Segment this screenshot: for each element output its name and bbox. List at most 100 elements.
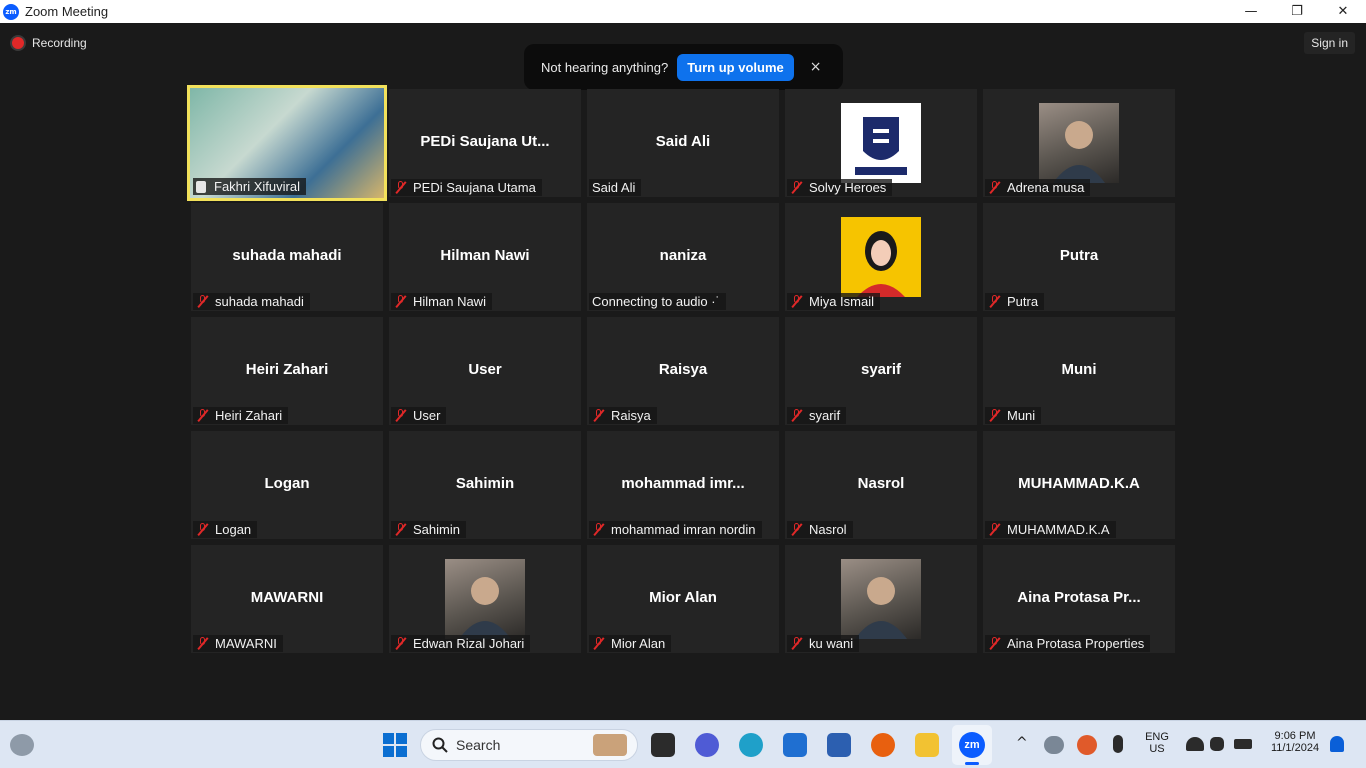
language-indicator[interactable]: ENG US (1140, 731, 1174, 755)
participant-tile[interactable]: Putra Putra (983, 203, 1175, 311)
chevron-up-icon[interactable]: ^ (1016, 735, 1028, 751)
minimize-button[interactable]: — (1228, 0, 1274, 23)
window-controls: — ❐ ✕ (1228, 0, 1366, 23)
cloud-sync-icon[interactable] (1044, 736, 1064, 754)
close-notice-icon[interactable]: × (810, 59, 822, 75)
close-window-button[interactable]: ✕ (1320, 0, 1366, 23)
participant-tile[interactable]: naniza Connecting to audio ·˙ (587, 203, 779, 311)
photo-placeholder-icon (855, 577, 907, 639)
task-view-icon[interactable] (651, 733, 675, 757)
participant-tile[interactable]: Mior Alan Mior Alan (587, 545, 779, 653)
muted-mic-icon (196, 523, 209, 536)
pin-icon (196, 180, 206, 193)
maximize-button[interactable]: ❐ (1274, 0, 1320, 23)
participant-tile[interactable]: syarif syarif (785, 317, 977, 425)
participant-tile[interactable]: PEDi Saujana Ut... PEDi Saujana Utama (389, 89, 581, 197)
participant-display-name: Sahimin (455, 475, 515, 492)
participant-display-name: User (468, 361, 502, 378)
microsoft-store-icon[interactable] (827, 733, 851, 757)
app-cube-icon[interactable] (783, 733, 807, 757)
language-label: ENG (1145, 731, 1169, 743)
file-explorer-icon[interactable] (915, 733, 939, 757)
taskbar-search[interactable]: Search (420, 729, 638, 761)
volume-icon[interactable] (1210, 737, 1224, 751)
muted-mic-icon (988, 295, 1001, 308)
participant-tile[interactable]: Logan Logan (191, 431, 383, 539)
participant-name-label: Heiri Zahari (193, 407, 289, 424)
muted-mic-icon (394, 295, 407, 308)
teams-chat-icon[interactable] (695, 733, 719, 757)
participant-tile[interactable]: Said Ali Said Ali (587, 89, 779, 197)
participant-tile[interactable]: Fakhri Xifuviral (187, 85, 387, 201)
audio-notice: Not hearing anything? Turn up volume × (524, 44, 843, 90)
participant-tile[interactable]: mohammad imr... mohammad imran nordin (587, 431, 779, 539)
muted-mic-icon (988, 637, 1001, 650)
participant-tile[interactable]: Edwan Rizal Johari (389, 545, 581, 653)
zoom-taskbar-button[interactable]: zm (952, 725, 992, 765)
record-icon (12, 37, 24, 49)
participant-name-label: Mior Alan (589, 635, 672, 652)
participant-name-text: Logan (215, 522, 252, 537)
participant-tile[interactable]: Raisya Raisya (587, 317, 779, 425)
participant-tile[interactable]: User User (389, 317, 581, 425)
search-icon (432, 737, 448, 753)
muted-mic-icon (790, 523, 803, 536)
participant-name-text: Edwan Rizal Johari (413, 636, 525, 651)
search-highlight-icon (593, 734, 627, 756)
participant-tile[interactable]: Solvy Heroes (785, 89, 977, 197)
participant-tile[interactable]: suhada mahadi suhada mahadi (191, 203, 383, 311)
battery-icon[interactable] (1234, 739, 1252, 749)
participant-name-text: Hilman Nawi (413, 294, 486, 309)
turn-up-volume-button[interactable]: Turn up volume (677, 53, 794, 81)
participant-name-text: PEDi Saujana Utama (413, 180, 536, 195)
participant-name-label: Muni (985, 407, 1042, 424)
participant-name-text: suhada mahadi (215, 294, 304, 309)
participant-name-label: Logan (193, 521, 258, 538)
participant-tile[interactable]: MAWARNI MAWARNI (191, 545, 383, 653)
participant-display-name: Logan (264, 475, 310, 492)
participant-avatar (445, 559, 525, 639)
participant-tile[interactable]: Heiri Zahari Heiri Zahari (191, 317, 383, 425)
firefox-icon[interactable] (871, 733, 895, 757)
participant-tile[interactable]: MUHAMMAD.K.A MUHAMMAD.K.A (983, 431, 1175, 539)
sync-icon[interactable] (1077, 735, 1097, 755)
participant-name-label: PEDi Saujana Utama (391, 179, 542, 196)
notification-bell-icon[interactable] (1330, 736, 1344, 752)
participant-display-name: Heiri Zahari (245, 361, 329, 378)
participant-tile[interactable]: ku wani (785, 545, 977, 653)
microphone-icon[interactable] (1113, 735, 1123, 753)
participant-name-text: Raisya (611, 408, 651, 423)
participant-display-name: Muni (1061, 361, 1097, 378)
participant-name-label: MAWARNI (193, 635, 283, 652)
muted-mic-icon (790, 295, 803, 308)
title-bar: zm Zoom Meeting — ❐ ✕ (0, 0, 1366, 23)
participant-name-label: Said Ali (589, 179, 642, 196)
muted-mic-icon (988, 409, 1001, 422)
participant-display-name: Nasrol (857, 475, 905, 492)
participant-tile[interactable]: Nasrol Nasrol (785, 431, 977, 539)
participant-tile[interactable]: Aina Protasa Pr... Aina Protasa Propertie… (983, 545, 1175, 653)
sign-in-button[interactable]: Sign in (1304, 32, 1355, 54)
participant-avatar (841, 559, 921, 639)
participant-display-name: MUHAMMAD.K.A (1018, 475, 1140, 492)
participant-display-name: Raisya (658, 361, 708, 378)
windows-start-icon[interactable] (383, 733, 407, 757)
muted-mic-icon (790, 181, 803, 194)
taskbar: Search zm ^ ENG US 9:06 PM 11/1/2024 (0, 720, 1366, 768)
active-app-indicator (965, 762, 979, 765)
wifi-icon[interactable] (1186, 737, 1204, 751)
muted-mic-icon (394, 181, 407, 194)
solvy-heroes-logo-icon (855, 117, 907, 175)
participant-tile[interactable]: Sahimin Sahimin (389, 431, 581, 539)
participant-tile[interactable]: Muni Muni (983, 317, 1175, 425)
participant-tile[interactable]: Hilman Nawi Hilman Nawi (389, 203, 581, 311)
weather-icon[interactable] (10, 734, 34, 756)
illustrated-portrait-icon (857, 231, 905, 297)
edge-browser-icon[interactable] (739, 733, 763, 757)
clock[interactable]: 9:06 PM 11/1/2024 (1262, 730, 1328, 754)
recording-indicator[interactable]: Recording (12, 36, 87, 50)
participant-tile[interactable]: Adrena musa (983, 89, 1175, 197)
participant-name-text: mohammad imran nordin (611, 522, 756, 537)
muted-mic-icon (394, 523, 407, 536)
participant-tile[interactable]: Miya Ismail (785, 203, 977, 311)
